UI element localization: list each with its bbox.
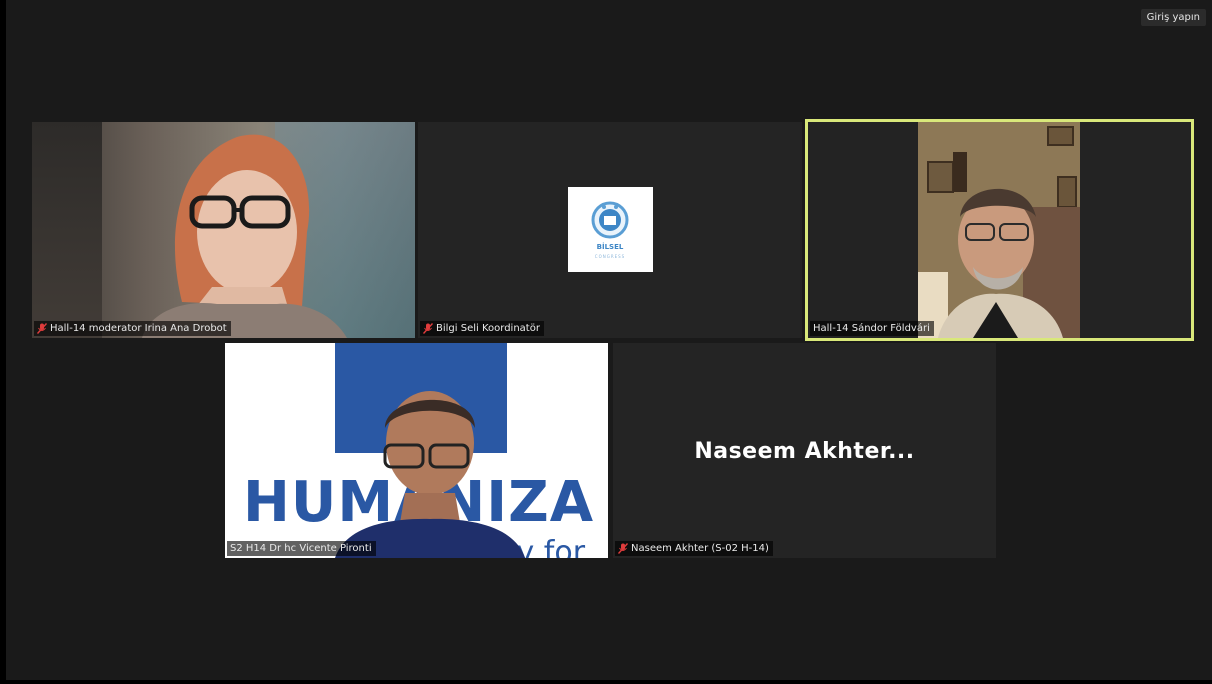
bottom-edge [0,680,1212,684]
participant-video [918,122,1080,338]
logo-title: BİLSEL [597,242,624,251]
video-tile-bilgi-seli[interactable]: BİLSEL CONGRESS Bilgi Seli Koordinatör [418,122,802,338]
participant-name: Hall-14 Sándor Földvári [813,323,930,334]
mic-muted-icon [37,323,47,334]
participant-name: Hall-14 moderator Irina Ana Drobot [50,323,227,334]
participant-name: Naseem Akhter (S-02 H-14) [631,543,769,554]
participant-display-name: Naseem Akhter... [694,439,915,464]
mic-muted-icon [618,543,628,554]
video-tile-vicente[interactable]: HUMANIZA cy for S2 H14 Dr hc Vicente Pir… [225,343,608,558]
participant-name-tag: Hall-14 moderator Irina Ana Drobot [34,321,231,336]
participant-name-tag: S2 H14 Dr hc Vicente Pironti [227,541,376,556]
sign-in-button[interactable]: Giriş yapın [1140,9,1206,26]
left-edge [0,0,6,684]
logo-subtitle: CONGRESS [595,254,625,259]
participant-video [335,391,525,558]
participant-name-tag: Hall-14 Sándor Földvári [810,321,934,336]
video-tile-sandor[interactable]: Hall-14 Sándor Földvári [805,119,1194,341]
participant-name: Bilgi Seli Koordinatör [436,323,540,334]
participant-name: S2 H14 Dr hc Vicente Pironti [230,543,372,554]
bilsel-logo: BİLSEL CONGRESS [568,187,653,272]
participant-name-tag: Bilgi Seli Koordinatör [420,321,544,336]
video-tile-irina[interactable]: Hall-14 moderator Irina Ana Drobot [32,122,415,338]
mic-muted-icon [423,323,433,334]
participant-name-tag: Naseem Akhter (S-02 H-14) [615,541,773,556]
participant-video [142,134,347,338]
video-tile-naseem[interactable]: Naseem Akhter... Naseem Akhter (S-02 H-1… [613,343,996,558]
